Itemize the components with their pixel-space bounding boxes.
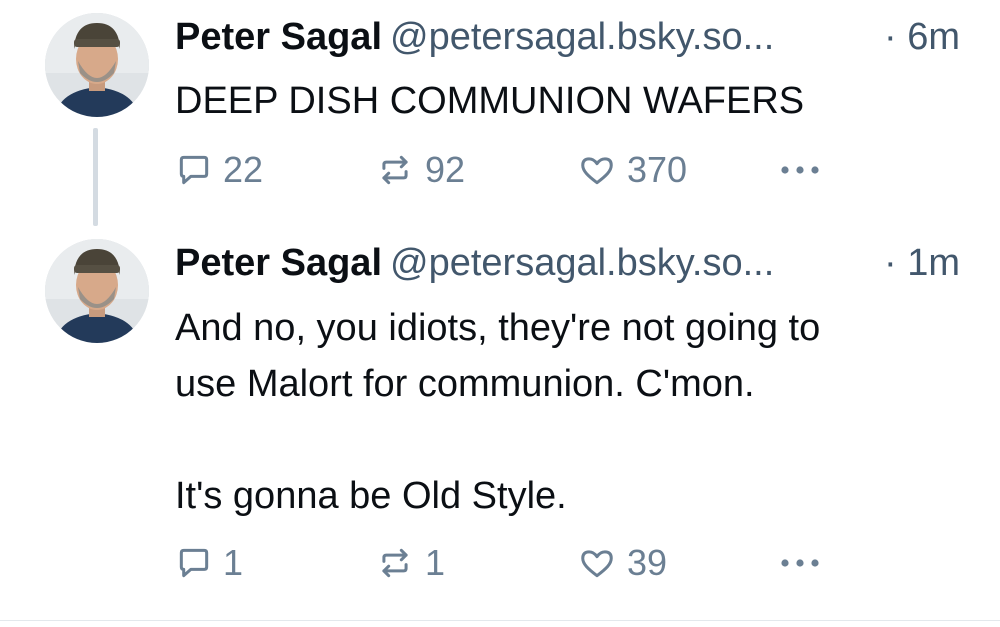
post-header: Peter Sagal @petersagal.bsky.so... · 6m xyxy=(175,13,960,61)
more-options-icon xyxy=(778,160,822,180)
more-options-icon xyxy=(778,553,822,573)
like-count: 370 xyxy=(627,149,688,190)
author-name[interactable]: Peter Sagal xyxy=(175,242,382,284)
post-2[interactable]: Peter Sagal @petersagal.bsky.so... · 1m A… xyxy=(0,226,1000,620)
reply-count: 22 xyxy=(223,149,264,190)
repost-icon xyxy=(375,151,415,189)
author-handle[interactable]: @petersagal.bsky.so... xyxy=(390,242,774,284)
post-1[interactable]: Peter Sagal @petersagal.bsky.so... · 6m D… xyxy=(0,0,1000,226)
divider xyxy=(0,620,1000,621)
author-name[interactable]: Peter Sagal xyxy=(175,16,382,58)
thread-line xyxy=(93,128,98,226)
reply-button[interactable]: 1 xyxy=(175,541,243,585)
heart-icon xyxy=(577,544,617,582)
reply-button[interactable]: 22 xyxy=(175,148,263,192)
reply-icon xyxy=(175,151,213,189)
post-time[interactable]: · 1m xyxy=(884,239,960,287)
post-text: DEEP DISH COMMUNION WAFERS xyxy=(175,80,805,122)
avatar[interactable] xyxy=(45,239,149,343)
repost-icon xyxy=(375,544,415,582)
repost-count: 1 xyxy=(425,542,446,583)
reply-icon xyxy=(175,544,213,582)
more-options-button[interactable] xyxy=(778,148,822,192)
like-button[interactable]: 39 xyxy=(577,541,667,585)
post-header: Peter Sagal @petersagal.bsky.so... · 1m xyxy=(175,239,960,287)
author-handle[interactable]: @petersagal.bsky.so... xyxy=(390,16,774,58)
like-count: 39 xyxy=(627,542,668,583)
like-button[interactable]: 370 xyxy=(577,148,687,192)
post-text: And no, you idiots, they're not going to… xyxy=(175,307,821,517)
more-options-button[interactable] xyxy=(778,541,822,585)
avatar[interactable] xyxy=(45,13,149,117)
reply-count: 1 xyxy=(223,542,244,583)
repost-button[interactable]: 1 xyxy=(375,541,445,585)
repost-count: 92 xyxy=(425,149,466,190)
post-time[interactable]: · 6m xyxy=(884,13,960,61)
heart-icon xyxy=(577,151,617,189)
repost-button[interactable]: 92 xyxy=(375,148,465,192)
